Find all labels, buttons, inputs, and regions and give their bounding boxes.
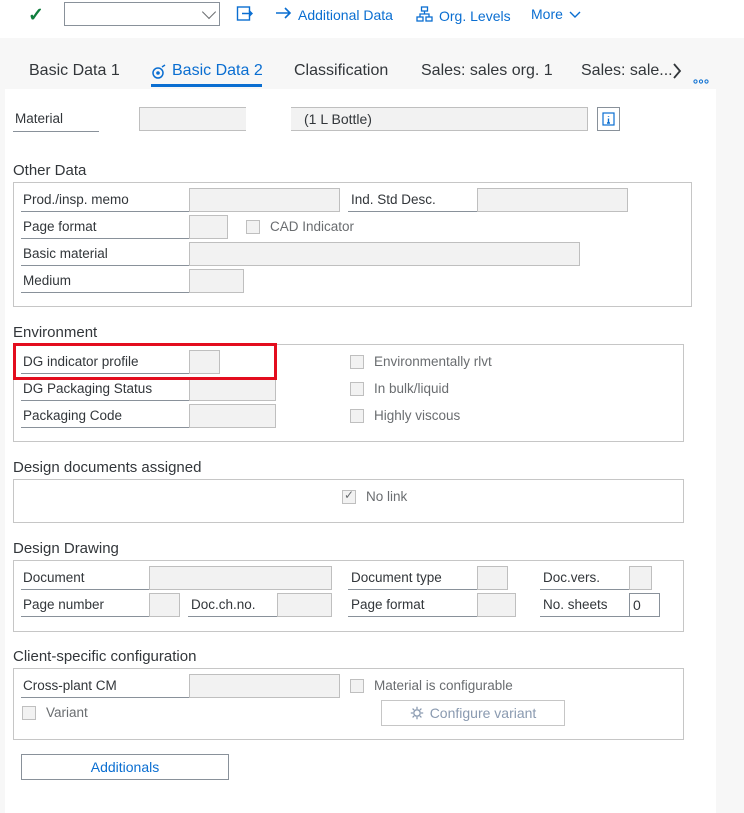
basic-material-label: Basic material (23, 246, 108, 261)
material-label: Material (15, 111, 64, 126)
no-sheets-field[interactable]: 0 (629, 593, 660, 617)
org-levels-button[interactable]: Org. Levels (416, 6, 511, 26)
configure-variant-label: Configure variant (429, 705, 537, 721)
dg-packaging-status-label: DG Packaging Status (23, 381, 153, 396)
document-type-field[interactable] (477, 566, 508, 590)
tab-sales-org-1[interactable]: Sales: sales org. 1 (421, 62, 553, 80)
doc-vers-field[interactable] (629, 566, 652, 590)
in-bulk-liquid-label: In bulk/liquid (374, 381, 450, 396)
no-sheets-underline (540, 616, 629, 617)
drawing-page-format-field[interactable] (477, 593, 516, 617)
environmentally-rlvt-label: Environmentally rlvt (374, 354, 492, 369)
doc-vers-label: Doc.vers. (543, 570, 601, 585)
doc-vers-underline (540, 589, 629, 590)
org-hierarchy-icon (416, 6, 433, 26)
highly-viscous-label: Highly viscous (374, 408, 461, 423)
more-button[interactable]: More (531, 6, 581, 22)
info-icon[interactable] (597, 107, 620, 131)
variant-label: Variant (46, 705, 88, 720)
environmentally-rlvt-checkbox[interactable] (350, 355, 364, 369)
material-label-underline (13, 131, 99, 132)
overflow-icon[interactable] (693, 71, 709, 89)
no-sheets-label: No. sheets (543, 597, 608, 612)
doc-ch-no-underline (188, 616, 277, 617)
no-sheets-value: 0 (633, 597, 641, 613)
no-link-checkbox[interactable] (342, 488, 356, 504)
doc-ch-no-label: Doc.ch.no. (191, 597, 256, 612)
dg-packaging-status-underline (21, 400, 189, 401)
material-description-value: (1 L Bottle) (304, 111, 372, 127)
prod-insp-memo-underline (21, 211, 189, 212)
dg-packaging-status-field[interactable] (189, 377, 276, 401)
cross-plant-cm-field[interactable] (189, 674, 340, 698)
cross-plant-cm-underline (21, 697, 189, 698)
page-number-label: Page number (23, 597, 105, 612)
page-number-underline (21, 616, 149, 617)
material-configurable-label: Material is configurable (374, 678, 513, 693)
prod-insp-memo-field[interactable] (189, 188, 340, 212)
basic-material-underline (21, 265, 189, 266)
tab-basic-data-2[interactable]: Basic Data 2 (172, 62, 263, 80)
no-link-label: No link (366, 489, 408, 504)
document-field[interactable] (149, 566, 332, 590)
additional-data-label: Additional Data (298, 6, 393, 23)
ind-std-desc-underline (348, 211, 477, 212)
other-data-title: Other Data (13, 162, 87, 179)
material-configurable-checkbox[interactable] (350, 679, 364, 693)
page-format-underline (21, 238, 189, 239)
basic-material-field[interactable] (189, 242, 580, 266)
tab-basic-data-1[interactable]: Basic Data 1 (29, 62, 120, 80)
packaging-code-label: Packaging Code (23, 408, 123, 423)
chevron-down-icon[interactable] (201, 4, 217, 20)
medium-field[interactable] (189, 269, 244, 293)
active-tab-indicator (151, 84, 262, 87)
page-number-field[interactable] (149, 593, 180, 617)
page-format-field[interactable] (189, 215, 228, 239)
cad-indicator-label: CAD Indicator (270, 219, 355, 234)
highlight-box (13, 343, 277, 380)
tab-sales-org-2[interactable]: Sales: sale... (581, 62, 673, 80)
medium-label: Medium (23, 273, 72, 288)
drawing-page-format-label: Page format (351, 597, 425, 612)
prod-insp-memo-label: Prod./insp. memo (23, 192, 129, 207)
document-underline (21, 589, 149, 590)
packaging-code-field[interactable] (189, 404, 276, 428)
design-documents-title: Design documents assigned (13, 459, 202, 476)
page-format-label: Page format (23, 219, 97, 234)
material-description-field[interactable]: (1 L Bottle) (139, 107, 588, 131)
document-type-label: Document type (351, 570, 442, 585)
document-label: Document (23, 570, 85, 585)
in-bulk-liquid-checkbox[interactable] (350, 382, 364, 396)
ind-std-desc-field[interactable] (477, 188, 628, 212)
ind-std-desc-label: Ind. Std Desc. (351, 192, 436, 207)
additional-data-button[interactable]: Additional Data (275, 6, 393, 23)
document-type-underline (348, 589, 477, 590)
medium-underline (21, 292, 189, 293)
tab-icon (151, 64, 167, 85)
client-config-title: Client-specific configuration (13, 648, 197, 665)
packaging-code-underline (21, 427, 189, 428)
configure-variant-button[interactable]: Configure variant (381, 700, 565, 726)
tab-classification[interactable]: Classification (294, 62, 388, 80)
design-drawing-title: Design Drawing (13, 540, 119, 557)
cross-plant-cm-label: Cross-plant CM (23, 678, 117, 693)
enter-checkmark-icon[interactable]: ✓ (28, 4, 48, 26)
command-field[interactable] (64, 2, 220, 26)
drawing-page-format-underline (348, 616, 477, 617)
material-number-redacted (246, 104, 291, 134)
arrow-right-icon (275, 6, 292, 23)
org-levels-label: Org. Levels (439, 8, 511, 24)
environment-title: Environment (13, 324, 98, 341)
configure-gear-icon (410, 703, 424, 727)
additionals-button[interactable]: Additionals (21, 754, 229, 780)
chevron-right-icon[interactable] (672, 63, 682, 84)
chevron-down-icon (569, 6, 581, 22)
exit-icon[interactable] (236, 5, 254, 28)
doc-ch-no-field[interactable] (277, 593, 332, 617)
more-label: More (531, 6, 563, 22)
variant-checkbox[interactable] (22, 706, 36, 720)
highly-viscous-checkbox[interactable] (350, 409, 364, 423)
cad-indicator-checkbox[interactable] (246, 220, 260, 234)
